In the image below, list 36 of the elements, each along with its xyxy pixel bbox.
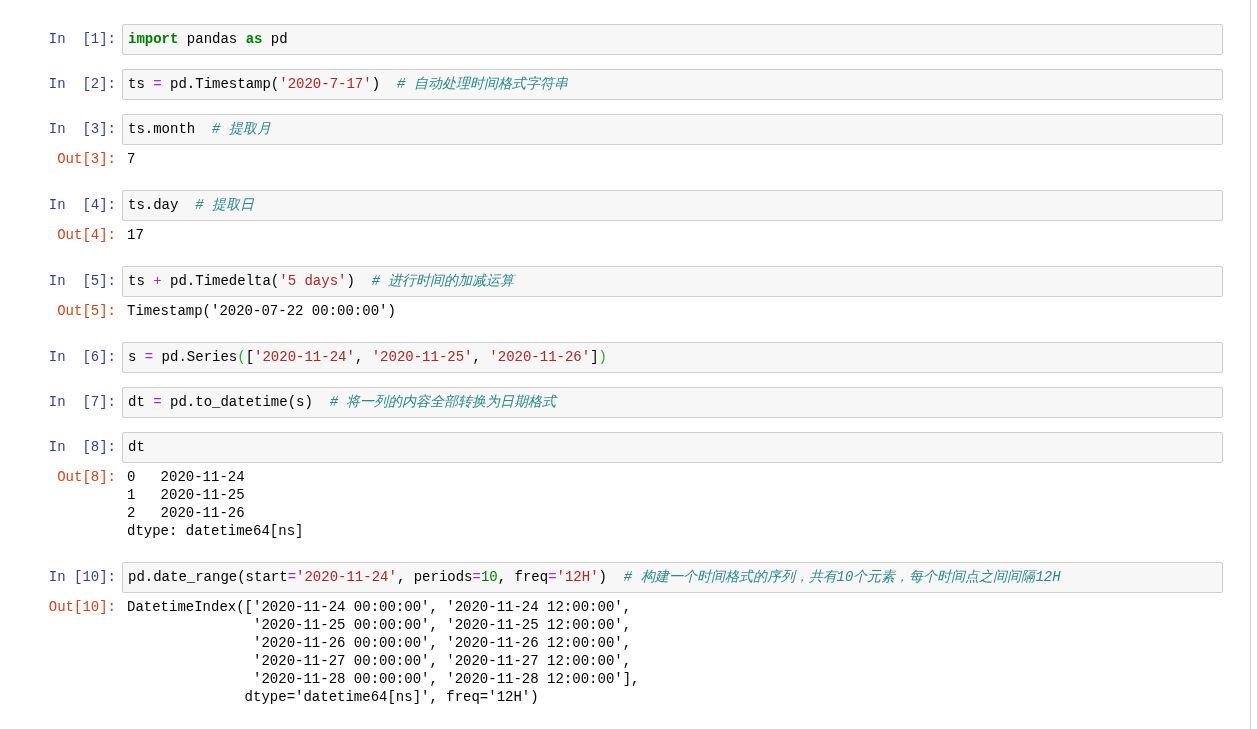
output-prompt: Out[10]: — [47, 598, 117, 616]
input-prompt: In [8]: — [47, 438, 117, 457]
output-line: '2020-11-26 00:00:00', '2020-11-26 12:00:00', — [252, 634, 633, 652]
input-prompt: In [10]: — [47, 568, 117, 587]
output-prompt: Out[5]: — [56, 302, 117, 320]
output-line: DatetimeIndex(['2020-11-24 00:00:00', '2020-11-24 12:00:00', — [127, 598, 633, 616]
output-line: 1 2020-11-25 — [127, 486, 246, 504]
output-line: dtype='datetime64[ns]', freq='12H') — [243, 688, 540, 706]
code-input[interactable]: dt — [122, 432, 1223, 463]
output-line: '2020-11-25 00:00:00', '2020-11-25 12:00:00', — [252, 616, 633, 634]
code-input[interactable]: ts = pd.Timestamp('2020-7-17') # 自动处理时间格式字符串 — [122, 69, 1223, 100]
code-input[interactable]: ts.day # 提取日 — [122, 190, 1223, 221]
input-prompt: In [5]: — [47, 272, 117, 291]
output-line: 0 2020-11-24 — [127, 468, 246, 486]
code-input[interactable]: dt = pd.to_datetime(s) # 将一列的内容全部转换为日期格式 — [122, 387, 1223, 418]
output-prompt: Out[3]: — [56, 150, 117, 168]
code-input[interactable]: import pandas as pd — [122, 24, 1223, 55]
output-line: dtype: datetime64[ns] — [127, 522, 304, 540]
output-line: 17 — [127, 226, 144, 244]
input-prompt: In [2]: — [47, 75, 117, 94]
code-input[interactable]: pd.date_range(start='2020-11-24', periods=10, freq='12H') # 构建一个时间格式的序列，共有10个元素，每个时间点之间间隔12H — [122, 562, 1223, 593]
input-prompt: In [1]: — [47, 30, 117, 49]
code-input[interactable]: ts.month # 提取月 — [122, 114, 1223, 145]
output-line: 2 2020-11-26 — [127, 504, 246, 522]
input-prompt: In [6]: — [47, 348, 117, 367]
output-prompt: Out[4]: — [56, 226, 117, 244]
output-prompt: Out[8]: — [56, 468, 117, 486]
input-prompt: In [7]: — [47, 393, 117, 412]
code-input[interactable]: ts + pd.Timedelta('5 days') # 进行时间的加减运算 — [122, 266, 1223, 297]
output-line: '2020-11-28 00:00:00', '2020-11-28 12:00:00'], — [252, 670, 640, 688]
output-line: Timestamp('2020-07-22 00:00:00') — [127, 302, 396, 320]
output-line: '2020-11-27 00:00:00', '2020-11-27 12:00:00', — [252, 652, 633, 670]
input-prompt: In [4]: — [47, 196, 117, 215]
code-input[interactable]: s = pd.Series(['2020-11-24', '2020-11-25', '2020-11-26']) — [122, 342, 1223, 373]
output-line: 7 — [127, 150, 136, 168]
input-prompt: In [3]: — [47, 120, 117, 139]
